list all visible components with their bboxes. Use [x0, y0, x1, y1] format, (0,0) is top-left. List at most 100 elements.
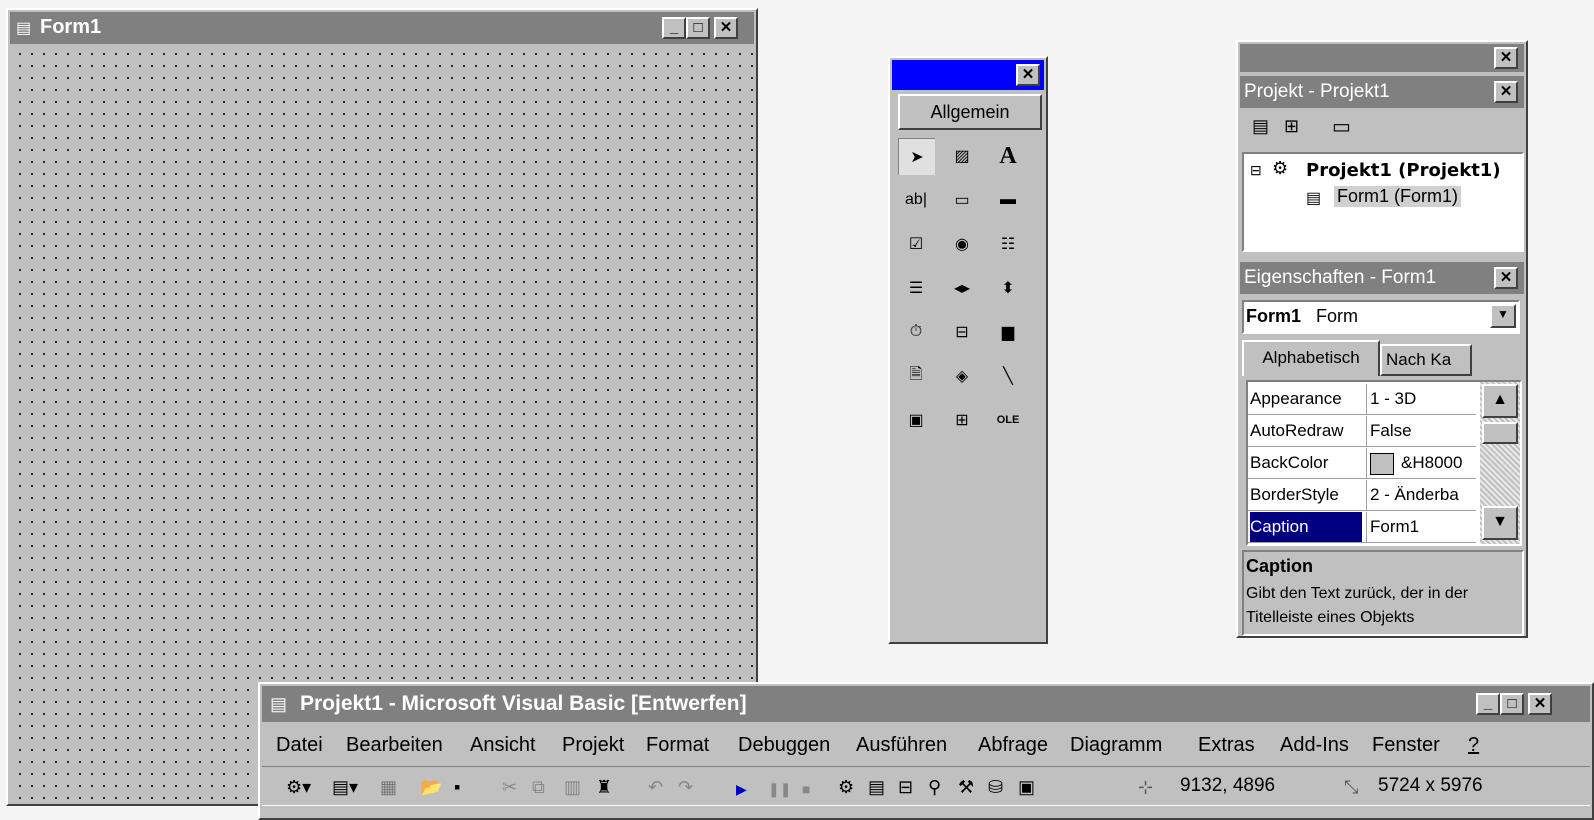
pause-icon[interactable]: ❚❚ [768, 779, 791, 799]
ide-close-button[interactable]: ✕ [1528, 693, 1552, 715]
data-icon[interactable]: ⊞ [944, 402, 980, 438]
properties-close-button[interactable]: ✕ [1494, 267, 1518, 289]
component-manager-icon[interactable]: ▣ [1018, 777, 1035, 797]
chevron-down-icon[interactable]: ▼ [1490, 304, 1516, 328]
start-icon[interactable]: ▶ [736, 779, 747, 799]
property-value[interactable]: False [1366, 416, 1478, 446]
optionbutton-icon[interactable]: ◉ [944, 226, 980, 262]
menu-item[interactable]: Datei [276, 728, 323, 762]
form-layout-icon[interactable]: ⊟ [898, 777, 913, 797]
property-value[interactable]: Form1 [1366, 512, 1478, 542]
menu-item[interactable]: ? [1468, 728, 1479, 762]
add-form-icon[interactable]: ▤▾ [332, 777, 358, 797]
textbox-icon[interactable]: ab| [898, 182, 934, 218]
find-icon[interactable]: ♜ [596, 777, 612, 797]
scroll-thumb[interactable] [1482, 422, 1518, 444]
menu-item[interactable]: Diagramm [1070, 728, 1162, 762]
properties-window-icon[interactable]: ▤ [868, 777, 885, 797]
picturebox-icon[interactable]: ▨ [944, 138, 980, 174]
line-icon[interactable]: ╲ [990, 358, 1026, 394]
filelistbox-icon[interactable]: 🗎 [898, 358, 934, 394]
form-title-bar[interactable]: ▤ Form1 _ □ ✕ [10, 12, 754, 44]
property-scrollbar[interactable]: ▲ ▼ [1480, 382, 1520, 544]
toolbox-group-button[interactable]: Allgemein [898, 94, 1042, 130]
commandbutton-icon[interactable]: ▬ [990, 182, 1026, 218]
open-project-icon[interactable]: 📂 [420, 777, 442, 797]
property-value[interactable]: 2 - Änderba [1366, 480, 1478, 510]
pointer-icon[interactable]: ➤ [898, 138, 935, 175]
save-project-icon[interactable]: ▪ [454, 777, 460, 797]
view-object-icon[interactable]: ⊞ [1284, 116, 1299, 137]
toolbox-window[interactable]: ✕ Allgemein ➤ ▨ Aab| ▭ ▬ ☑ ◉ ☷ ☰ ◂▸ ⬍ ⏱ ⊟ ▆ 🗎 ◈ ╲ ▣ ⊞ OLE [888, 56, 1048, 644]
menu-item[interactable]: Abfrage [978, 728, 1048, 762]
tab-nach-kategorien[interactable]: Nach Ka [1380, 344, 1472, 376]
toolbox-icon[interactable]: ⚒ [958, 777, 974, 797]
add-project-icon[interactable]: ⚙▾ [286, 777, 311, 797]
project-explorer-icon[interactable]: ⚙ [838, 777, 854, 797]
property-row[interactable]: BackColor &H8000 [1248, 448, 1476, 479]
property-row[interactable]: BorderStyle 2 - Änderba [1248, 480, 1476, 511]
menu-item[interactable]: Ausführen [856, 728, 947, 762]
tab-alphabetisch[interactable]: Alphabetisch [1242, 340, 1380, 376]
toggle-folders-icon[interactable]: ▭ [1332, 114, 1351, 139]
property-value[interactable]: 1 - 3D [1366, 384, 1478, 414]
ide-minimize-button[interactable]: _ [1476, 693, 1500, 715]
listbox-icon[interactable]: ☰ [898, 270, 934, 306]
menu-item[interactable]: Fenster [1372, 728, 1440, 762]
ide-main-window[interactable]: ▤ Projekt1 - Microsoft Visual Basic [Ent… [258, 682, 1594, 820]
object-combobox[interactable]: Form1 Form ▼ [1242, 300, 1520, 334]
vscrollbar-icon[interactable]: ⬍ [990, 270, 1026, 306]
dock-title-bar[interactable]: ✕ [1240, 44, 1524, 72]
ole-icon[interactable]: OLE [990, 402, 1026, 438]
paste-icon[interactable]: ▥ [564, 777, 581, 797]
drivelistbox-icon[interactable]: ⊟ [944, 314, 980, 350]
dock-close-button[interactable]: ✕ [1494, 47, 1518, 69]
tree-root[interactable]: Projekt1 (Projekt1) [1306, 160, 1501, 181]
shape-icon[interactable]: ◈ [944, 358, 980, 394]
ide-maximize-button[interactable]: □ [1500, 693, 1524, 715]
view-code-icon[interactable]: ▤ [1252, 116, 1269, 137]
minimize-button[interactable]: _ [662, 17, 686, 39]
property-grid[interactable]: Appearance 1 - 3D AutoRedraw False BackColor… [1246, 380, 1522, 546]
tree-child[interactable]: Form1 (Form1) [1334, 186, 1461, 207]
redo-icon[interactable]: ↷ [678, 777, 693, 797]
menu-editor-icon[interactable]: ▦ [380, 777, 397, 797]
tree-collapse-icon[interactable]: ⊟ [1250, 162, 1262, 179]
timer-icon[interactable]: ⏱ [898, 314, 934, 350]
stop-icon[interactable]: ■ [802, 779, 810, 799]
object-browser-icon[interactable]: ⚲ [928, 777, 941, 797]
undo-icon[interactable]: ↶ [648, 777, 663, 797]
menu-item[interactable]: Debuggen [738, 728, 830, 762]
menu-item[interactable]: Ansicht [470, 728, 536, 762]
menu-item[interactable]: Bearbeiten [346, 728, 443, 762]
frame-icon[interactable]: ▭ [944, 182, 980, 218]
property-row[interactable]: Appearance 1 - 3D [1248, 384, 1476, 415]
menu-item[interactable]: Projekt [562, 728, 624, 762]
hscrollbar-icon[interactable]: ◂▸ [944, 270, 980, 306]
toolbox-title-bar[interactable]: ✕ [892, 60, 1044, 90]
project-title-bar[interactable]: Projekt - Projekt1 ✕ [1240, 76, 1524, 108]
label-icon[interactable]: A [990, 138, 1026, 174]
project-close-button[interactable]: ✕ [1494, 81, 1518, 103]
dirlistbox-icon[interactable]: ▆ [990, 314, 1026, 350]
property-row[interactable]: AutoRedraw False [1248, 416, 1476, 447]
cut-icon[interactable]: ✂ [502, 777, 517, 797]
data-view-icon[interactable]: ⛁ [988, 777, 1003, 797]
scroll-down-button[interactable]: ▼ [1482, 506, 1518, 540]
checkbox-icon[interactable]: ☑ [898, 226, 934, 262]
scroll-up-button[interactable]: ▲ [1482, 384, 1518, 418]
maximize-button[interactable]: □ [686, 17, 710, 39]
menu-item[interactable]: Format [646, 728, 709, 762]
menu-item[interactable]: Add-Ins [1280, 728, 1349, 762]
toolbox-close-button[interactable]: ✕ [1016, 64, 1040, 86]
combobox-icon[interactable]: ☷ [990, 226, 1026, 262]
close-button[interactable]: ✕ [714, 17, 738, 39]
project-tree[interactable]: ⊟ ⚙ Projekt1 (Projekt1) ▤ Form1 (Form1) [1242, 152, 1524, 252]
dock-panel[interactable]: ✕ Projekt - Projekt1 ✕ ▤ ⊞ ▭ ⊟ ⚙ Projekt… [1236, 40, 1528, 638]
ide-title-bar[interactable]: ▤ Projekt1 - Microsoft Visual Basic [Ent… [262, 686, 1590, 722]
copy-icon[interactable]: ⧉ [532, 777, 545, 797]
menu-item[interactable]: Extras [1198, 728, 1255, 762]
properties-title-bar[interactable]: Eigenschaften - Form1 ✕ [1240, 262, 1524, 294]
property-row[interactable]: Caption Form1 [1248, 512, 1476, 543]
image-icon[interactable]: ▣ [898, 402, 934, 438]
